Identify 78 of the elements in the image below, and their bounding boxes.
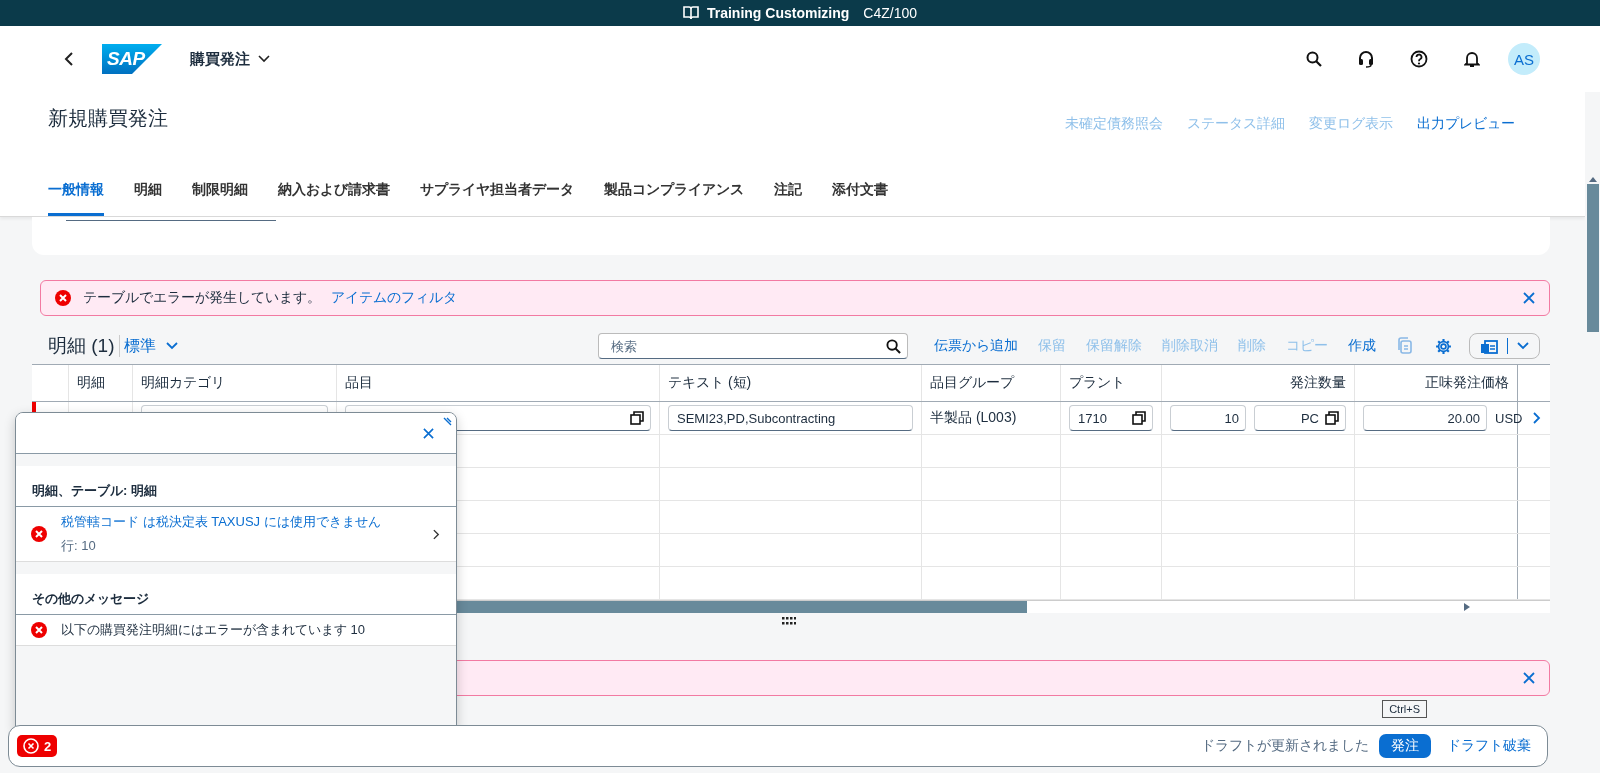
draft-status: ドラフトが更新されました xyxy=(1201,737,1369,755)
section-tab[interactable]: サプライヤ担当者データ xyxy=(420,167,574,216)
currency-text: USD xyxy=(1495,410,1523,426)
scroll-right-icon[interactable] xyxy=(1464,603,1470,611)
message-count-button[interactable]: 2 xyxy=(17,735,58,757)
app-title-menu[interactable]: 購買発注 xyxy=(190,49,270,69)
message-title: 税管轄コード は税決定表 TAXUSJ には使用できません xyxy=(61,513,382,531)
close-icon[interactable] xyxy=(1523,672,1535,684)
system-client: C4Z/100 xyxy=(863,5,917,21)
section-tab[interactable]: 制限明細 xyxy=(192,167,248,216)
headset-icon[interactable] xyxy=(1358,50,1374,68)
discard-draft-button[interactable]: ドラフト破棄 xyxy=(1441,736,1537,756)
section-tab[interactable]: 納入および請求書 xyxy=(278,167,390,216)
drag-handle-icon[interactable] xyxy=(781,617,796,625)
back-icon[interactable] xyxy=(64,52,74,66)
search-field[interactable]: 検索 xyxy=(609,337,886,355)
section-tab[interactable]: 注記 xyxy=(774,167,802,216)
column-header: 明細 xyxy=(77,374,105,392)
message-item[interactable]: 以下の購買発注明細にはエラーが含まれています 10 xyxy=(16,615,456,646)
chevron-down-icon xyxy=(258,55,270,63)
bell-icon[interactable] xyxy=(1464,50,1480,68)
input-field[interactable]: SEMI23,PD,Subcontracting xyxy=(668,405,913,431)
book-icon xyxy=(682,6,699,20)
settings-icon[interactable] xyxy=(1435,337,1452,355)
search-icon[interactable] xyxy=(1306,51,1322,67)
message-title: 以下の購買発注明細にはエラーが含まれています 10 xyxy=(61,621,367,639)
column-header: テキスト (短) xyxy=(668,374,752,392)
column-header: 正味発注価格 xyxy=(1425,374,1509,392)
input-field[interactable]: 1710 xyxy=(1069,405,1153,431)
value-help-icon[interactable] xyxy=(1325,411,1339,425)
order-button[interactable]: 発注 xyxy=(1379,734,1431,758)
header-action-link[interactable]: 出力プレビュー xyxy=(1417,115,1515,133)
scrollbar-thumb[interactable] xyxy=(1586,184,1599,332)
section-tab[interactable]: 明細 xyxy=(134,167,162,216)
error-message: テーブルでエラーが発生しています。 xyxy=(83,289,321,307)
toolbar-button[interactable]: 作成 xyxy=(1338,337,1386,355)
user-avatar[interactable]: AS xyxy=(1508,43,1540,75)
close-icon[interactable] xyxy=(423,427,434,439)
variant-menu[interactable]: 標準 xyxy=(123,335,178,357)
section-tab[interactable]: 製品コンプライアンス xyxy=(604,167,744,216)
toolbar-button[interactable]: 伝票から追加 xyxy=(924,337,1028,355)
resize-handle-icon[interactable] xyxy=(443,417,452,426)
table-cell: 半製品 (L003) xyxy=(930,409,1017,427)
table-title: 明細 (1) xyxy=(48,334,115,358)
filter-items-link[interactable]: アイテムのフィルタ xyxy=(331,289,457,307)
column-header: 発注数量 xyxy=(1290,374,1346,392)
group-title: その他のメッセージ xyxy=(32,590,149,608)
input-field[interactable]: 10 xyxy=(1170,405,1246,431)
column-header: 明細カテゴリ xyxy=(141,374,225,392)
chevron-down-icon xyxy=(165,342,178,350)
error-icon xyxy=(55,290,71,306)
value-help-icon[interactable] xyxy=(630,411,644,425)
spreadsheet-icon xyxy=(1480,338,1498,354)
scroll-up-icon[interactable] xyxy=(1588,176,1597,182)
group-title: 明細、テーブル: 明細 xyxy=(32,482,157,500)
column-header: 品目 xyxy=(345,374,373,392)
value-help-icon[interactable] xyxy=(1132,411,1146,425)
close-icon[interactable] xyxy=(1523,292,1535,304)
system-title: Training Customizing xyxy=(706,5,850,21)
column-header: プラント xyxy=(1069,374,1125,392)
chevron-right-icon xyxy=(433,528,440,540)
shortcut-tooltip: Ctrl+S xyxy=(1382,700,1427,718)
search-icon[interactable] xyxy=(886,338,901,354)
message-subtitle: 行: 10 xyxy=(61,537,97,555)
chevron-down-icon xyxy=(1517,342,1529,350)
page-title: 新規購買発注 xyxy=(48,105,168,131)
search-box[interactable]: 検索 xyxy=(598,333,908,359)
input-field[interactable]: 20.00 xyxy=(1363,405,1487,431)
company-logo[interactable]: SAP xyxy=(102,44,162,74)
help-icon[interactable] xyxy=(1410,50,1428,68)
input-field[interactable]: PC xyxy=(1254,405,1346,431)
input-field[interactable] xyxy=(66,217,276,221)
message-item[interactable]: 税管轄コード は税決定表 TAXUSJ には使用できません 行: 10 xyxy=(16,507,456,562)
chevron-right-icon[interactable] xyxy=(1533,412,1541,424)
column-header: 品目グループ xyxy=(930,374,1014,392)
export-menu-button[interactable] xyxy=(1469,333,1540,359)
section-tab[interactable]: 添付文書 xyxy=(832,167,888,216)
error-icon xyxy=(23,738,39,754)
